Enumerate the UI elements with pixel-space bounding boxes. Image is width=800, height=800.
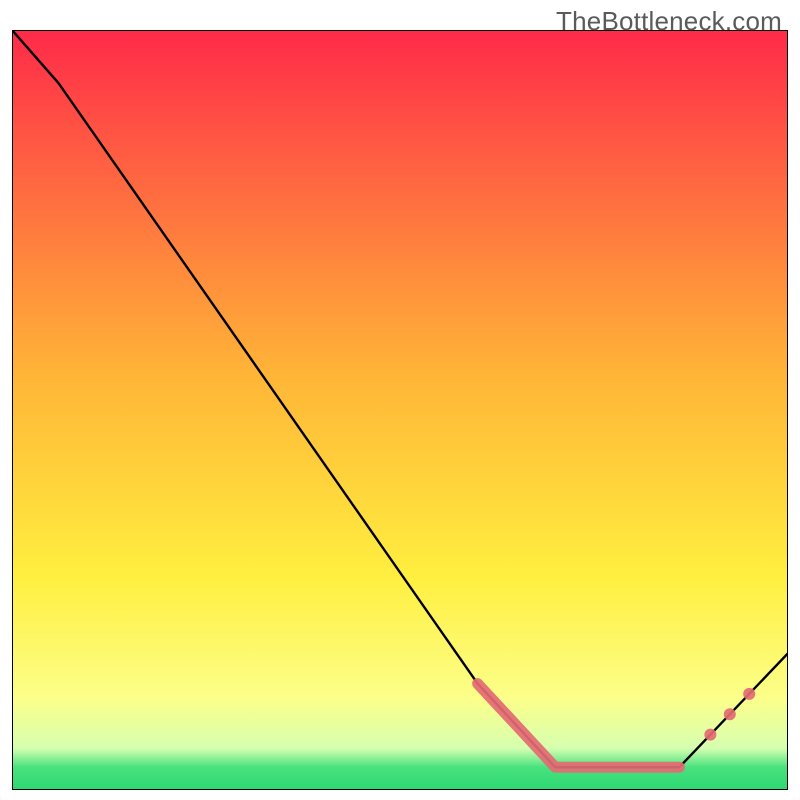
chart-container: TheBottleneck.com [0,0,800,800]
chart-svg [12,30,788,790]
plot-area [12,30,788,790]
marker-dot [724,708,736,720]
watermark-text: TheBottleneck.com [556,6,782,37]
marker-dot [743,688,755,700]
gradient-bg [12,30,788,790]
marker-dot [704,729,716,741]
